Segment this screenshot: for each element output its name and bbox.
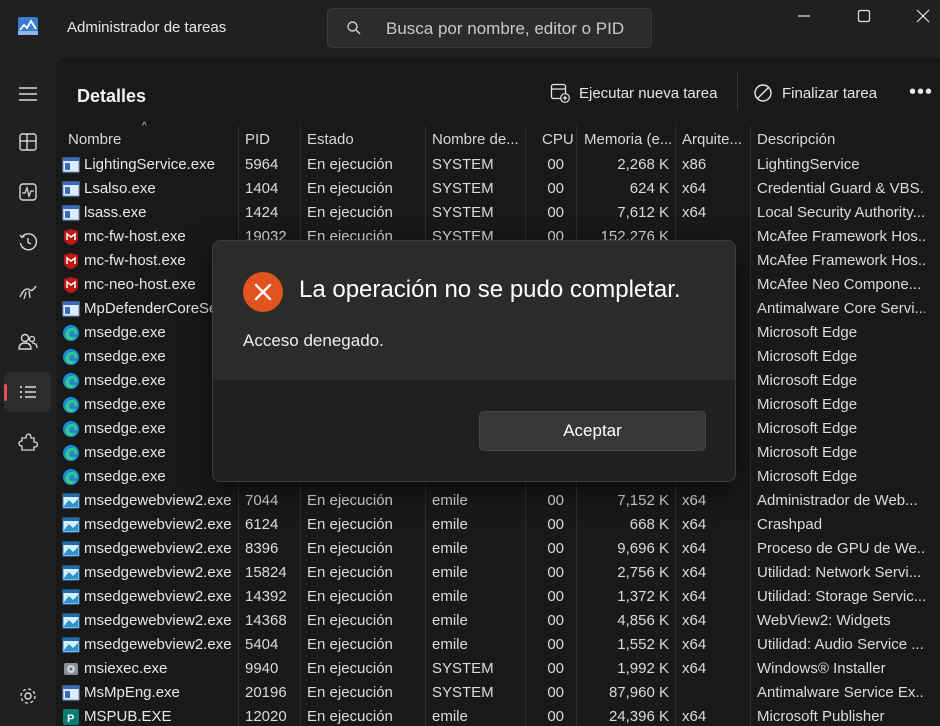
error-icon bbox=[243, 272, 283, 312]
error-dialog: La operación no se pudo completar. Acces… bbox=[212, 240, 736, 482]
dialog-footer: Aceptar bbox=[213, 380, 735, 481]
dialog-message: Acceso denegado. bbox=[243, 331, 384, 350]
modal-overlay: La operación no se pudo completar. Acces… bbox=[0, 0, 940, 726]
accept-button[interactable]: Aceptar bbox=[479, 411, 706, 451]
dialog-content: La operación no se pudo completar. Acces… bbox=[213, 241, 735, 380]
dialog-title: La operación no se pudo completar. bbox=[299, 276, 681, 303]
